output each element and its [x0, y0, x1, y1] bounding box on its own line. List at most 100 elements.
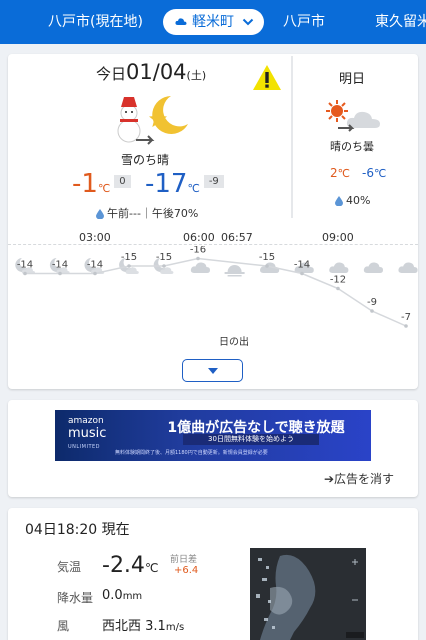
today-high-value: -1: [72, 169, 98, 199]
today-date-value: 01/04: [126, 60, 187, 84]
temperature-label: -7: [401, 312, 411, 323]
wind-speed: 3.1: [145, 619, 166, 634]
today-low-unit: ℃: [187, 182, 200, 195]
cloud-icon: [363, 262, 383, 273]
today-high-unit: ℃: [97, 182, 111, 195]
hourly-timeline[interactable]: -14 -14 -14 -15 -15 -16 -15 -14 -12 -9 -7 日の出: [8, 246, 418, 346]
temperature-label: -9: [367, 297, 377, 308]
ad-card: amazon music UNLIMITED 1億曲が広告なしで聴き放題 30日…: [8, 400, 418, 497]
radar-map-image: [250, 548, 366, 640]
temperature-label: -12: [330, 275, 346, 286]
temperature-point: [58, 271, 62, 276]
timeline-time-0600: 06:00: [183, 231, 215, 244]
precip-unit: mm: [122, 591, 143, 602]
temperature-point: [265, 264, 269, 268]
today-high-temp: -1℃0: [72, 169, 131, 199]
ad-brand-sub: UNLIMITED: [68, 444, 101, 450]
tomorrow-high-temp: 2℃: [330, 166, 350, 180]
tomorrow-weather-text: 晴のち曇: [330, 140, 374, 153]
temperature-point: [162, 264, 166, 268]
today-rain-chance: 午前---｜午後70%: [96, 205, 198, 221]
current-temp-value: -2.4: [102, 553, 145, 578]
today-weekday: (土): [186, 69, 207, 82]
today-rain-text: 午前---｜午後70%: [107, 207, 199, 220]
ad-fine-print: 無料体験期間終了後、月額1180円で自動更新。新規会員登録が必要: [115, 450, 268, 456]
ad-brand-top: amazon: [68, 416, 104, 426]
tab-karumai-selected[interactable]: 軽米町: [163, 9, 264, 35]
cloud-icon: [190, 262, 210, 273]
tomorrow-title: 明日: [339, 72, 366, 87]
today-low-value: -17: [145, 169, 188, 199]
sunrise-label: 日の出: [219, 335, 249, 346]
temperature-point: [336, 286, 340, 291]
temperature-point: [404, 324, 408, 328]
timeline-time-0300: 03:00: [79, 231, 111, 244]
timeline-time-sunrise: 06:57: [221, 231, 253, 244]
today-low-temp: -17℃-9: [145, 169, 224, 199]
wind-value: 西北西 3.1m/s: [102, 615, 184, 634]
tomorrow-low-unit: ℃: [373, 167, 387, 180]
sun-then-cloud-icon: [326, 100, 380, 132]
snow-then-clear-icon: [117, 96, 188, 145]
ad-brand-main: music: [68, 426, 107, 441]
cloud-icon: [329, 262, 349, 273]
forecast-card: 今日01/04(土) 雪のち晴 -1℃0 -17℃-9 午前---｜午後70% …: [8, 54, 418, 389]
temperature-label: -14: [87, 260, 103, 271]
tomorrow-high-unit: ℃: [337, 167, 350, 180]
tomorrow-low-value: -6: [362, 166, 374, 180]
tab-karumai-label: 軽米町: [192, 14, 234, 30]
current-temp-unit: ℃: [144, 561, 159, 575]
wind-direction: 西北西: [102, 619, 142, 634]
temperature-label: -14: [52, 260, 68, 271]
timeline-time-0900: 09:00: [322, 231, 354, 244]
sunrise-icon: [224, 265, 245, 277]
today-high-diff: 0: [114, 175, 131, 188]
expand-timeline-button[interactable]: [182, 359, 243, 382]
temperature-line: [25, 257, 407, 327]
today-prefix: 今日: [96, 65, 127, 83]
temp-label: 気温: [57, 560, 82, 574]
current-temp: -2.4℃: [102, 553, 158, 578]
location-tab-bar: 八戸市(現在地) 軽米町 八戸市 東久留米: [0, 0, 426, 44]
tomorrow-low-temp: -6℃: [362, 166, 386, 180]
precip-label: 降水量: [57, 591, 94, 605]
temperature-point: [196, 256, 200, 261]
observation-title: 04日18:20 現在: [25, 522, 130, 538]
tomorrow-rain-chance: 40%: [335, 194, 370, 207]
tomorrow-high-value: 2: [330, 166, 338, 180]
tab-hachinohe[interactable]: 八戸市: [283, 0, 325, 44]
precip-value: 0.0mm: [102, 588, 142, 603]
ad-cta: 30日間無料体験を始めよう: [183, 434, 319, 445]
temperature-point: [127, 264, 131, 268]
cloud-moon-icon: [175, 18, 187, 25]
temperature-point: [23, 271, 27, 276]
radar-map-thumbnail[interactable]: [250, 548, 366, 640]
prev-day-diff-label: 前日差: [170, 555, 198, 565]
temperature-label: -15: [121, 252, 137, 263]
temperature-point: [300, 271, 304, 276]
current-observation-card: 04日18:20 現在 気温 -2.4℃ 前日差 +6.4 降水量 0.0mm …: [8, 508, 418, 640]
temperature-label: -14: [17, 260, 33, 271]
temperature-point: [93, 271, 97, 276]
caret-down-icon: [208, 368, 218, 374]
today-date: 今日01/04(土): [96, 60, 206, 84]
tab-higashikurume[interactable]: 東久留米: [375, 0, 426, 44]
temperature-label: -14: [294, 260, 310, 271]
raindrop-icon: [335, 196, 343, 206]
ad-banner[interactable]: amazon music UNLIMITED 1億曲が広告なしで聴き放題 30日…: [55, 410, 371, 461]
tomorrow-rain-text: 40%: [346, 194, 371, 207]
today-weather-text: 雪のち晴: [121, 153, 170, 167]
temperature-label: -15: [259, 252, 275, 263]
tab-hachinohe-current[interactable]: 八戸市(現在地): [48, 0, 143, 44]
temperature-point: [370, 309, 374, 313]
cloud-icon: [398, 262, 418, 273]
chevron-down-icon: [242, 18, 254, 26]
raindrop-icon: [96, 209, 104, 219]
wind-label: 風: [57, 619, 70, 633]
wind-unit: m/s: [165, 622, 185, 633]
remove-ads-link[interactable]: ➔広告を消す: [324, 470, 394, 487]
today-low-diff: -9: [203, 175, 224, 188]
timeline-divider: [8, 244, 418, 245]
forecast-divider: [291, 56, 293, 218]
warning-icon[interactable]: [252, 64, 282, 91]
